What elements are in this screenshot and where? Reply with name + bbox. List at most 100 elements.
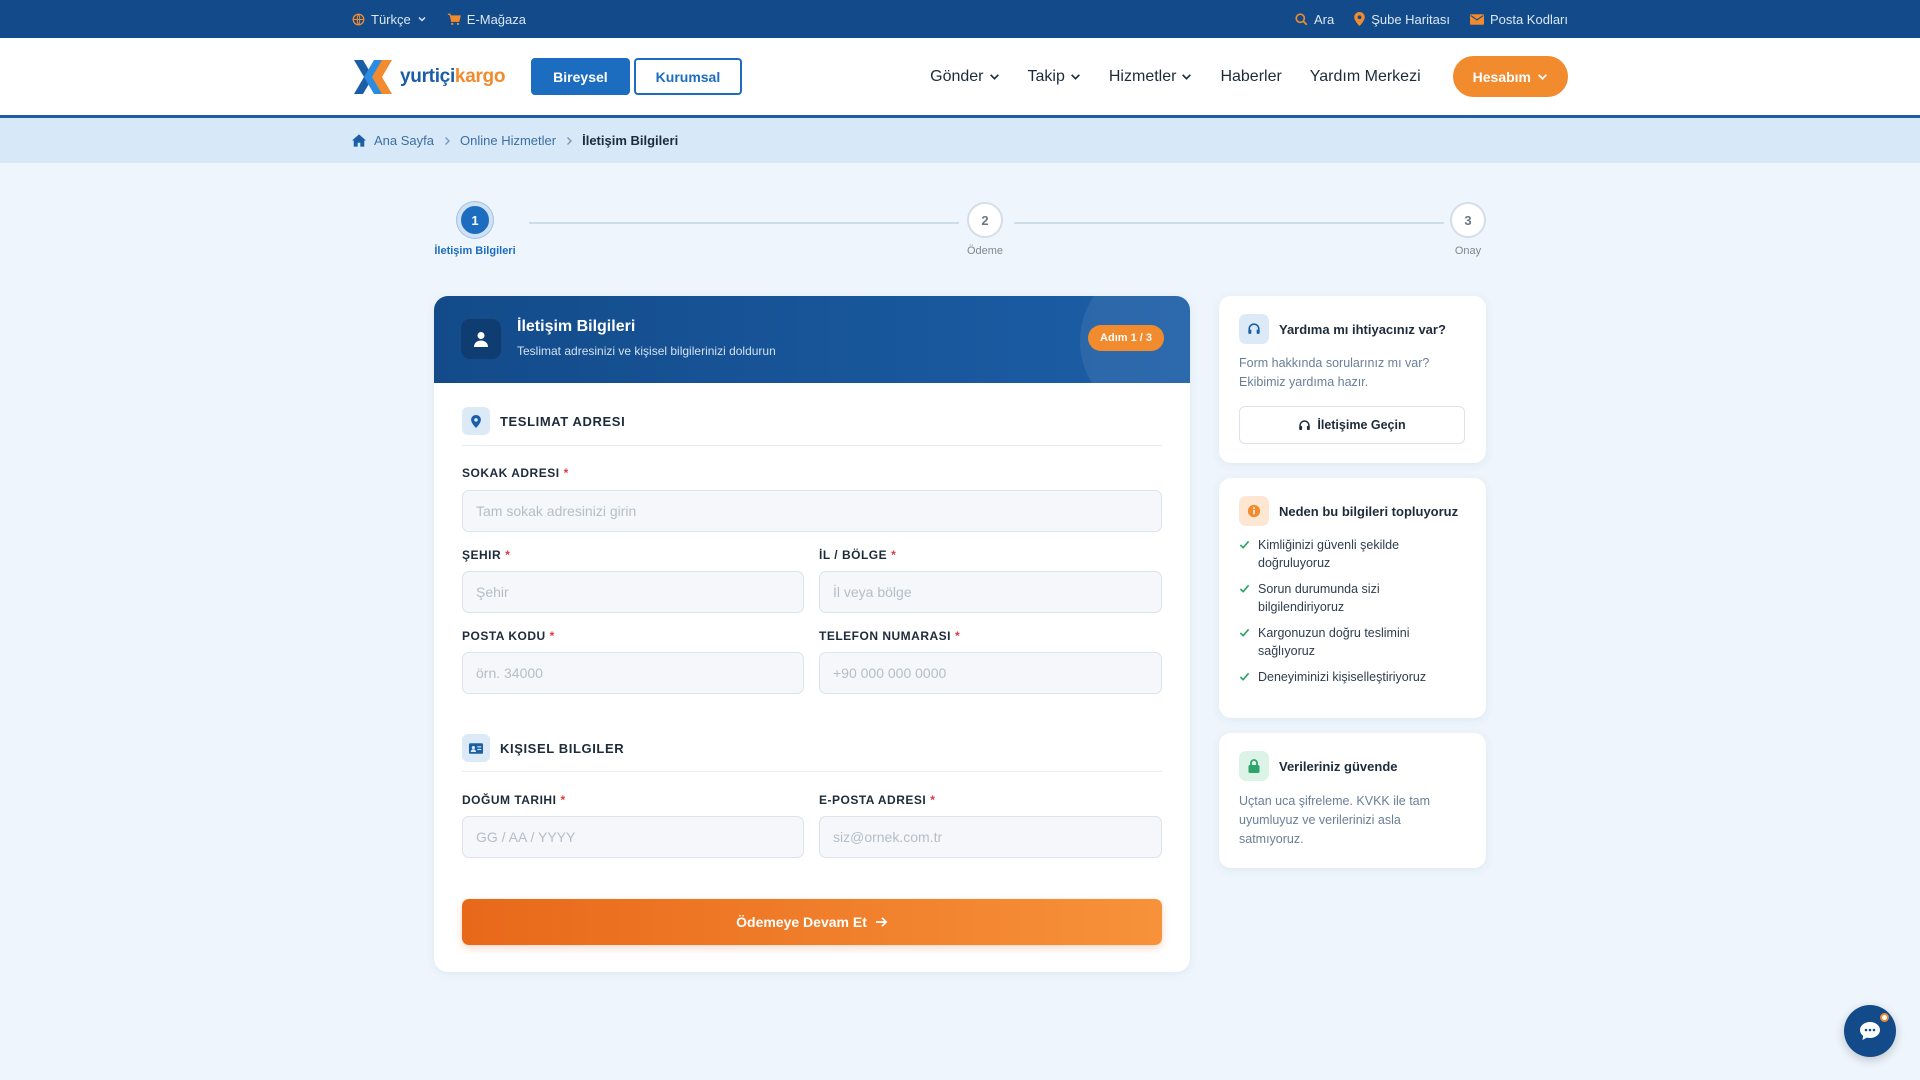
chevron-right-icon (567, 136, 573, 145)
account-button[interactable]: Hesabım (1452, 56, 1568, 97)
reason-text: Deneyiminizi kişiselleştiriyoruz (1258, 670, 1427, 684)
security-text: Uçtan uca şifreleme. KVKK ile tam uyumlu… (1239, 794, 1431, 846)
email-label: E-POSTA ADRESI * (819, 793, 935, 807)
nav-item-label: Takip (1027, 67, 1065, 85)
nav-item-label: Haberler (1220, 67, 1282, 85)
postal-label-text: POSTA KODU (462, 629, 546, 643)
help-icon-box (1239, 314, 1269, 344)
step-label: Ödeme (966, 245, 1004, 257)
street-address-input[interactable] (462, 490, 1162, 532)
section-delivery-address: TESLIMAT ADRESI (462, 407, 625, 435)
nav-item-haberler[interactable]: Haberler (1220, 68, 1281, 86)
street-label-text: SOKAK ADRESI (462, 466, 560, 480)
security-card-header: Verileriniz güvende (1239, 751, 1398, 781)
segment-corporate-button[interactable]: Kurumsal (633, 58, 743, 95)
city-input[interactable] (462, 571, 804, 613)
arrow-right-icon (875, 917, 888, 927)
search-link[interactable]: Ara (1295, 12, 1334, 27)
postal-codes-link[interactable]: Posta Kodları (1469, 12, 1568, 27)
contact-us-label: İletişime Geçin (1317, 418, 1406, 432)
headset-icon (1299, 419, 1311, 430)
continue-to-payment-button[interactable]: Ödemeye Devam Et (462, 899, 1162, 945)
segment-individual-button[interactable]: Bireysel (531, 58, 630, 95)
city-label-text: ŞEHIR (462, 548, 502, 562)
main-header: yurtiçikargo Bireysel Kurumsal Gönder Ta… (0, 38, 1920, 118)
phone-label: TELEFON NUMARASI * (819, 629, 960, 643)
stepper-connector (529, 222, 959, 224)
logo-text: yurtiçikargo (400, 66, 505, 88)
region-label-text: İL / BÖLGE (819, 548, 888, 562)
required-mark: * (930, 793, 936, 807)
brand-logo[interactable]: yurtiçikargo (352, 56, 505, 98)
language-label: Türkçe (371, 11, 411, 27)
branch-map-link[interactable]: Şube Haritası (1354, 12, 1450, 27)
birth-date-input[interactable] (462, 816, 804, 858)
breadcrumb-home[interactable]: Ana Sayfa (374, 133, 434, 148)
form-subtitle: Teslimat adresinizi ve kişisel bilgileri… (517, 344, 776, 358)
user-avatar (461, 319, 501, 359)
breadcrumb: Ana Sayfa Online Hizmetler İletişim Bilg… (0, 118, 1920, 163)
why-collect-card: Neden bu bilgileri topluyoruz Kimliğiniz… (1219, 478, 1486, 718)
required-mark: * (891, 548, 897, 562)
section-title-text: TESLIMAT ADRESI (500, 413, 626, 429)
phone-label-text: TELEFON NUMARASI (819, 629, 951, 643)
search-label: Ara (1313, 11, 1335, 27)
postal-code-input[interactable] (462, 652, 804, 694)
why-card-header: Neden bu bilgileri topluyoruz (1239, 496, 1458, 526)
list-item: Sorun durumunda sizi bilgilendiriyoruz (1239, 580, 1468, 616)
check-icon (1239, 584, 1250, 593)
info-icon (1247, 504, 1261, 518)
section-icon (462, 734, 490, 762)
chevron-down-icon (1538, 74, 1547, 80)
step-label: İletişim Bilgileri (434, 245, 516, 257)
live-chat-button[interactable] (1844, 1005, 1896, 1057)
nav-item-yardim-merkezi[interactable]: Yardım Merkezi (1310, 68, 1421, 86)
emagaza-label: E-Mağaza (466, 11, 526, 27)
chevron-down-icon (1070, 74, 1080, 80)
required-mark: * (560, 793, 566, 807)
breadcrumb-online-services[interactable]: Online Hizmetler (460, 133, 556, 148)
contact-form-card: İletişim Bilgileri Teslimat adresinizi v… (434, 296, 1190, 972)
help-card: Yardıma mı ihtiyacınız var? Form hakkınd… (1219, 296, 1486, 463)
nav-item-takip[interactable]: Takip (1028, 68, 1081, 86)
top-bar: Türkçe E-Mağaza Ara Şube Haritası Posta … (0, 0, 1920, 38)
globe-icon (352, 13, 365, 25)
help-text: Form hakkında sorularınız mı var? Ekibim… (1239, 356, 1430, 389)
nav-item-label: Gönder (930, 67, 984, 85)
language-selector[interactable]: Türkçe (352, 12, 427, 27)
step-number: 3 (1450, 202, 1486, 238)
cart-icon (447, 13, 461, 25)
form-title: İletişim Bilgileri (517, 318, 636, 335)
street-label: SOKAK ADRESI * (462, 466, 569, 480)
logo-text-b: kargo (454, 65, 506, 87)
lock-icon-box (1239, 751, 1269, 781)
contact-us-button[interactable]: İletişime Geçin (1239, 406, 1465, 444)
help-card-header: Yardıma mı ihtiyacınız var? (1239, 314, 1446, 344)
breadcrumb-current: İletişim Bilgileri (582, 133, 679, 148)
progress-stepper: 1 İletişim Bilgileri 2 Ödeme 3 Onay (434, 202, 1486, 262)
region-input[interactable] (819, 571, 1162, 613)
step-3: 3 Onay (1418, 202, 1518, 257)
nav-item-hizmetler[interactable]: Hizmetler (1109, 68, 1193, 86)
why-title: Neden bu bilgileri topluyoruz (1279, 503, 1459, 519)
map-pin-icon (471, 414, 481, 428)
email-input[interactable] (819, 816, 1162, 858)
emagaza-link[interactable]: E-Mağaza (447, 12, 526, 27)
birth-date-label: DOĞUM TARIHI * (462, 793, 566, 807)
email-label-text: E-POSTA ADRESI (819, 793, 927, 807)
step-label: Onay (1454, 245, 1482, 257)
data-security-card: Verileriniz güvende Uçtan uca şifreleme.… (1219, 733, 1486, 868)
user-icon (474, 332, 488, 347)
phone-input[interactable] (819, 652, 1162, 694)
stepper-connector (1014, 222, 1444, 224)
reason-text: Sorun durumunda sizi bilgilendiriyoruz (1258, 582, 1380, 614)
submit-label: Ödemeye Devam Et (736, 914, 867, 930)
nav-item-gonder[interactable]: Gönder (930, 68, 999, 86)
info-icon-box (1239, 496, 1269, 526)
form-card-header: İletişim Bilgileri Teslimat adresinizi v… (434, 296, 1190, 416)
reason-text: Kimliğinizi güvenli şekilde doğruluyoruz (1258, 538, 1400, 570)
check-icon (1239, 628, 1250, 637)
map-pin-icon (1354, 12, 1365, 26)
branch-map-label: Şube Haritası (1371, 11, 1450, 27)
check-icon (1239, 672, 1250, 681)
